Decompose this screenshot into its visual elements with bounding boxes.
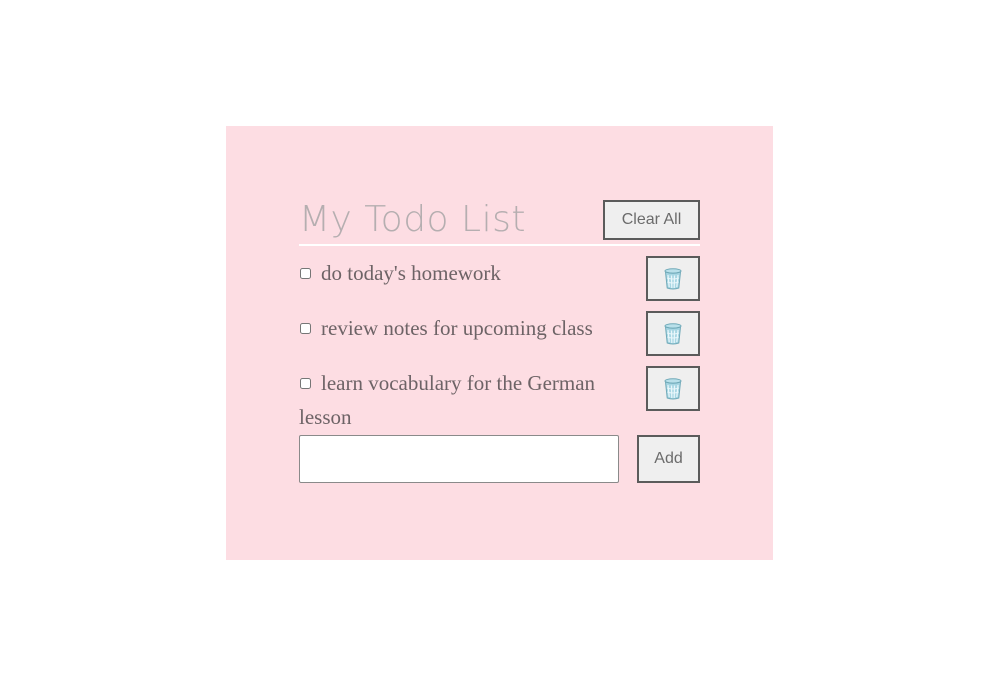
todo-card: My Todo List Clear All do today's homewo… <box>226 126 773 560</box>
new-todo-input[interactable] <box>299 435 619 483</box>
trash-icon <box>664 322 682 344</box>
clear-all-button[interactable]: Clear All <box>603 200 700 240</box>
list-item: review notes for upcoming class <box>299 311 700 366</box>
todo-checkbox[interactable] <box>300 377 311 389</box>
add-button[interactable]: Add <box>637 435 700 483</box>
delete-button[interactable] <box>646 256 700 301</box>
todo-text: learn vocabulary for the German lesson <box>299 371 596 429</box>
delete-button[interactable] <box>646 366 700 411</box>
todo-checkbox[interactable] <box>300 322 311 334</box>
todo-header: My Todo List Clear All <box>299 199 700 246</box>
add-todo-form: Add <box>299 435 700 483</box>
list-item: do today's homework <box>299 256 700 311</box>
list-item: learn vocabulary for the German lesson <box>299 366 700 434</box>
todo-container: My Todo List Clear All do today's homewo… <box>299 199 700 483</box>
delete-button[interactable] <box>646 311 700 356</box>
todo-text: review notes for upcoming class <box>321 316 593 340</box>
todo-list: do today's homework review notes for upc… <box>299 246 700 429</box>
todo-text: do today's homework <box>321 261 501 285</box>
trash-icon <box>664 267 682 289</box>
todo-checkbox[interactable] <box>300 267 311 279</box>
trash-icon <box>664 377 682 399</box>
page-title: My Todo List <box>299 199 526 240</box>
